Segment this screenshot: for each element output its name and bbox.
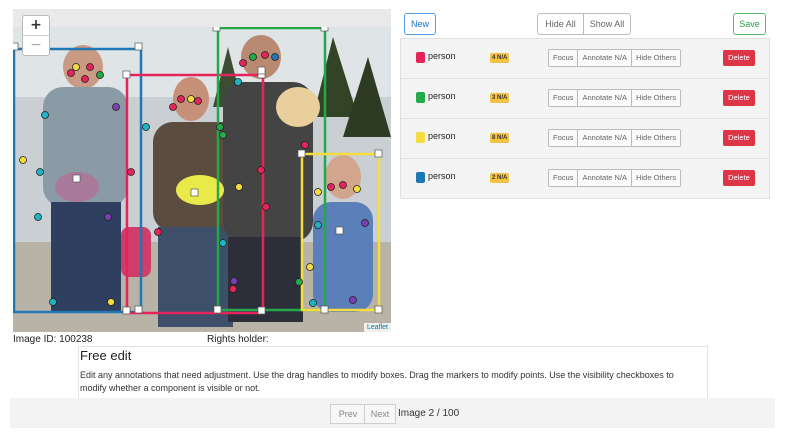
- hide-others-button[interactable]: Hide Others: [631, 49, 682, 67]
- annotate-button[interactable]: Annotate N/A: [577, 49, 633, 67]
- annotation-label: person: [428, 91, 456, 101]
- instructions-panel: Free edit Edit any annotations that need…: [78, 346, 708, 401]
- keypoint-badge: 2 N/A: [490, 173, 510, 183]
- focus-button[interactable]: Focus: [548, 129, 579, 147]
- annotation-label: person: [428, 171, 456, 181]
- annotation-map[interactable]: + − Leaflet: [13, 9, 391, 332]
- delete-button[interactable]: Delete: [723, 50, 755, 66]
- row-button-group: Focus Annotate N/A Hide Others: [548, 49, 682, 67]
- focus-button[interactable]: Focus: [548, 169, 579, 187]
- annotate-button[interactable]: Annotate N/A: [577, 169, 633, 187]
- zoom-control: + −: [22, 15, 50, 56]
- focus-button[interactable]: Focus: [548, 89, 579, 107]
- keypoint-badge: 4 N/A: [490, 53, 510, 63]
- delete-button[interactable]: Delete: [723, 170, 755, 186]
- zoom-in-button[interactable]: +: [23, 16, 49, 36]
- instructions-text: Edit any annotations that need adjustmen…: [80, 370, 674, 393]
- new-annotation-button[interactable]: New: [404, 13, 436, 35]
- color-swatch: [416, 52, 425, 63]
- focus-button[interactable]: Focus: [548, 49, 579, 67]
- annotation-label: person: [428, 51, 456, 61]
- zoom-out-button[interactable]: −: [23, 36, 49, 55]
- color-swatch: [416, 92, 425, 103]
- delete-button[interactable]: Delete: [723, 130, 755, 146]
- annotation-row: person 8 N/A Focus Annotate N/A Hide Oth…: [400, 119, 770, 159]
- keypoint-badge: 8 N/A: [490, 133, 510, 143]
- annotation-label: person: [428, 131, 456, 141]
- pagination-bar: Prev Next Image 2 / 100: [10, 398, 775, 428]
- map-attribution-link[interactable]: Leaflet: [363, 323, 391, 332]
- annotation-list: person 4 N/A Focus Annotate N/A Hide Oth…: [400, 38, 770, 199]
- row-button-group: Focus Annotate N/A Hide Others: [548, 129, 682, 147]
- annotate-button[interactable]: Annotate N/A: [577, 89, 633, 107]
- instructions-title: Free edit: [80, 348, 132, 363]
- row-button-group: Focus Annotate N/A Hide Others: [548, 169, 682, 187]
- image-counter: Image 2 / 100: [398, 408, 460, 419]
- row-button-group: Focus Annotate N/A Hide Others: [548, 89, 682, 107]
- annotation-row: person 2 N/A Focus Annotate N/A Hide Oth…: [400, 159, 770, 199]
- image-id-label: Image ID: 100238: [13, 334, 93, 345]
- annotated-photo[interactable]: [13, 27, 391, 332]
- annotation-row: person 3 N/A Focus Annotate N/A Hide Oth…: [400, 79, 770, 119]
- annotate-button[interactable]: Annotate N/A: [577, 129, 633, 147]
- keypoint-badge: 3 N/A: [490, 93, 510, 103]
- rights-holder-label: Rights holder:: [207, 334, 269, 345]
- hide-others-button[interactable]: Hide Others: [631, 169, 682, 187]
- hide-others-button[interactable]: Hide Others: [631, 129, 682, 147]
- show-all-button[interactable]: Show All: [583, 13, 631, 35]
- color-swatch: [416, 172, 425, 183]
- prev-button[interactable]: Prev: [330, 404, 366, 424]
- save-button[interactable]: Save: [733, 13, 766, 35]
- hide-all-button[interactable]: Hide All: [537, 13, 584, 35]
- color-swatch: [416, 132, 425, 143]
- hide-others-button[interactable]: Hide Others: [631, 89, 682, 107]
- annotation-row: person 4 N/A Focus Annotate N/A Hide Oth…: [400, 38, 770, 79]
- delete-button[interactable]: Delete: [723, 90, 755, 106]
- next-button[interactable]: Next: [364, 404, 396, 424]
